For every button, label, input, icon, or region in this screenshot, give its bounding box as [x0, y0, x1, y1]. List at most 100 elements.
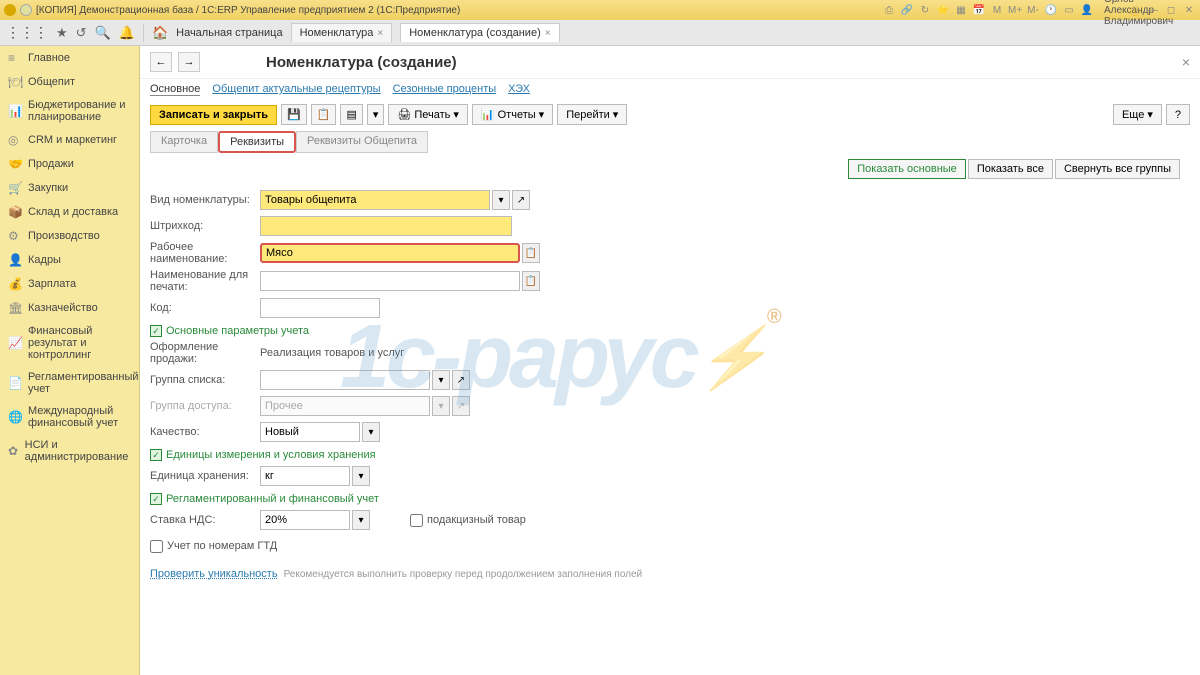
info-icon[interactable]: ⓘ: [1128, 3, 1142, 18]
code-input[interactable]: [260, 298, 380, 318]
sidebar-item-purchase[interactable]: 🛒Закупки: [0, 176, 139, 200]
close-tab-icon[interactable]: ×: [545, 28, 551, 39]
sidebar-item-catering[interactable]: 🍽Общепит: [0, 70, 139, 94]
minimize-icon[interactable]: —: [1146, 5, 1160, 16]
reports-button[interactable]: 📊 Отчеты ▾: [472, 104, 553, 125]
help-button[interactable]: ?: [1166, 104, 1190, 125]
sidebar-item-finance[interactable]: 📈Финансовый результат и контроллинг: [0, 320, 139, 366]
workname-input[interactable]: [260, 243, 520, 263]
m-icon[interactable]: M: [990, 5, 1004, 16]
tab-card[interactable]: Карточка: [150, 131, 218, 153]
printname-input[interactable]: [260, 271, 520, 291]
sidebar-item-reglament[interactable]: 📄Регламентированный учет: [0, 366, 139, 400]
window-title: [КОПИЯ] Демонстрационная база / 1С:ERP У…: [36, 5, 882, 16]
sidebar-item-salary[interactable]: 💰Зарплата: [0, 272, 139, 296]
print-button[interactable]: 🖨 Печать ▾: [388, 104, 468, 125]
dropdown-button[interactable]: ▾: [367, 104, 385, 125]
unit-dropdown-icon[interactable]: ▾: [352, 466, 370, 486]
subnav-recipes[interactable]: Общепит актуальные рецептуры: [212, 83, 380, 96]
sidebar-item-warehouse[interactable]: 📦Склад и доставка: [0, 200, 139, 224]
forward-button[interactable]: →: [178, 52, 200, 72]
star-icon[interactable]: ★: [56, 25, 68, 41]
sidebar-item-main[interactable]: ≡Главное: [0, 46, 139, 70]
list-button[interactable]: ▤: [340, 104, 362, 125]
maximize-icon[interactable]: ◻: [1164, 5, 1178, 16]
clock-icon[interactable]: 🕐: [1044, 5, 1058, 16]
cal-icon[interactable]: 📅: [972, 5, 986, 16]
book-icon[interactable]: ▭: [1062, 5, 1076, 16]
user-name[interactable]: Орлов Александр Владимирович: [1104, 0, 1118, 27]
sidebar-item-sales[interactable]: 🤝Продажи: [0, 152, 139, 176]
section-units[interactable]: ✓ Единицы измерения и условия хранения: [150, 449, 1190, 461]
vat-input[interactable]: [260, 510, 350, 530]
quality-input[interactable]: [260, 422, 360, 442]
fav-icon[interactable]: ⭐: [936, 5, 950, 16]
link-icon[interactable]: 🔗: [900, 5, 914, 16]
m-minus-icon[interactable]: M-: [1026, 5, 1040, 16]
type-input[interactable]: [260, 190, 490, 210]
close-tab-icon[interactable]: ×: [377, 28, 383, 39]
print-icon[interactable]: ⎙: [882, 5, 896, 16]
tab-nomenclature[interactable]: Номенклатура ×: [291, 23, 393, 42]
group-label: Группа списка:: [150, 374, 260, 386]
show-all-button[interactable]: Показать все: [968, 159, 1053, 179]
save-button[interactable]: 💾: [281, 104, 307, 125]
sidebar-item-intl[interactable]: 🌐Международный финансовый учет: [0, 400, 139, 434]
sidebar-item-hr[interactable]: 👤Кадры: [0, 248, 139, 272]
group-dropdown-icon[interactable]: ▾: [432, 370, 450, 390]
search-icon[interactable]: 🔍: [95, 25, 111, 41]
refresh-icon[interactable]: ↻: [918, 5, 932, 16]
reports-label: Отчеты: [498, 109, 536, 121]
calc-icon[interactable]: ▦: [954, 5, 968, 16]
print-label: Печать: [414, 109, 450, 121]
check-unique-link[interactable]: Проверить уникальность: [150, 568, 278, 580]
subnav-xex[interactable]: ХЭХ: [508, 83, 530, 96]
workname-action-icon[interactable]: 📋: [522, 243, 540, 263]
tab-catering-props[interactable]: Реквизиты Общепита: [296, 131, 428, 153]
divider: [143, 24, 144, 42]
barcode-input[interactable]: [260, 216, 512, 236]
tab-props[interactable]: Реквизиты: [218, 131, 296, 153]
gtd-label: Учет по номерам ГТД: [167, 540, 277, 552]
sidebar-item-production[interactable]: ⚙Производство: [0, 224, 139, 248]
history-icon[interactable]: ↺: [76, 25, 87, 41]
type-open-icon[interactable]: ↗: [512, 190, 530, 210]
printname-action-icon[interactable]: 📋: [522, 271, 540, 291]
m-plus-icon[interactable]: M+: [1008, 5, 1022, 16]
apps-grid-icon[interactable]: ⋮⋮⋮: [6, 24, 48, 41]
unit-label: Единица хранения:: [150, 470, 260, 482]
sidebar-item-treasury[interactable]: 🏛Казначейство: [0, 296, 139, 320]
show-main-button[interactable]: Показать основные: [848, 159, 966, 179]
save-close-button[interactable]: Записать и закрыть: [150, 105, 277, 125]
collapse-button[interactable]: Свернуть все группы: [1055, 159, 1180, 179]
vat-dropdown-icon[interactable]: ▾: [352, 510, 370, 530]
subnav-seasonal[interactable]: Сезонные проценты: [393, 83, 497, 96]
copy-button[interactable]: 📋: [311, 104, 337, 125]
sidebar-item-crm[interactable]: ◎CRM и маркетинг: [0, 128, 139, 152]
section-accounting[interactable]: ✓ Основные параметры учета: [150, 325, 1190, 337]
quality-dropdown-icon[interactable]: ▾: [362, 422, 380, 442]
goto-button[interactable]: Перейти ▾: [557, 104, 627, 125]
close-window-icon[interactable]: ✕: [1182, 5, 1196, 16]
unit-input[interactable]: [260, 466, 350, 486]
gtd-checkbox[interactable]: [150, 540, 163, 553]
group-open-icon[interactable]: ↗: [452, 370, 470, 390]
check-icon: ✓: [150, 493, 162, 505]
tab-nomenclature-create[interactable]: Номенклатура (создание) ×: [400, 23, 559, 42]
subnav: Основное Общепит актуальные рецептуры Се…: [140, 79, 1200, 100]
sidebar-item-budget[interactable]: 📊Бюджетирование и планирование: [0, 94, 139, 128]
form-body: Вид номенклатуры: ▾ ↗ Штрихкод: Рабочее …: [140, 183, 1200, 595]
home-tab[interactable]: Начальная страница: [176, 27, 282, 39]
bell-icon[interactable]: 🔔: [119, 25, 135, 41]
excise-checkbox[interactable]: [410, 514, 423, 527]
section-finance[interactable]: ✓ Регламентированный и финансовый учет: [150, 493, 1190, 505]
close-page-icon[interactable]: ×: [1182, 54, 1190, 70]
back-button[interactable]: ←: [150, 52, 172, 72]
home-icon[interactable]: 🏠: [152, 25, 168, 41]
titlebar-controls: ⎙ 🔗 ↻ ⭐ ▦ 📅 M M+ M- 🕐 ▭ 👤 Орлов Александ…: [882, 0, 1196, 27]
subnav-main[interactable]: Основное: [150, 83, 200, 96]
group-input[interactable]: [260, 370, 430, 390]
sidebar-item-admin[interactable]: ✿НСИ и администрирование: [0, 434, 139, 468]
more-button[interactable]: Еще ▾: [1113, 104, 1162, 125]
type-dropdown-icon[interactable]: ▾: [492, 190, 510, 210]
